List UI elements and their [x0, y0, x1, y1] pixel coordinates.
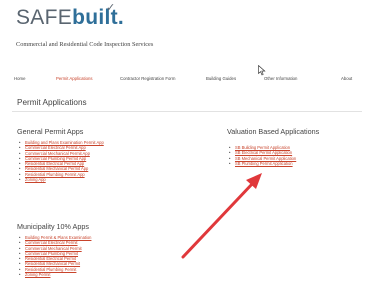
red-arrow-annotation: [181, 173, 262, 259]
